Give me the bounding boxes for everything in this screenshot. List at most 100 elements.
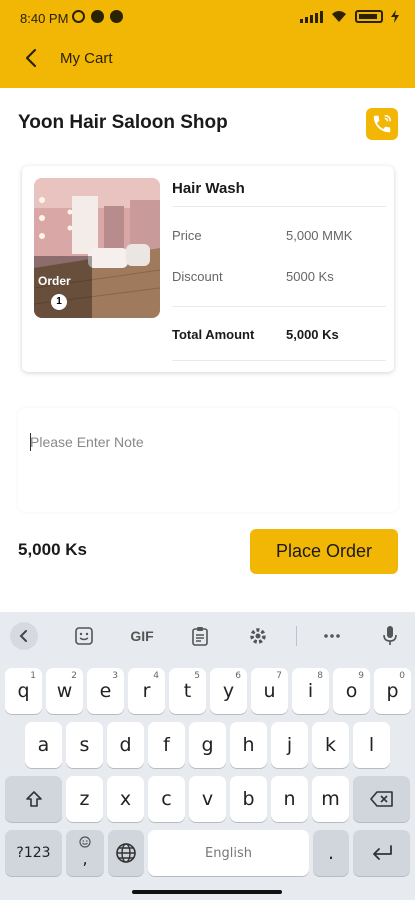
key-hint: 4 xyxy=(153,671,159,681)
key-label: w xyxy=(56,680,73,702)
key-label: f xyxy=(163,734,170,756)
key[interactable]: d xyxy=(107,722,144,768)
clipboard-icon xyxy=(192,627,208,646)
key-label: s xyxy=(79,734,90,756)
key[interactable]: i8 xyxy=(292,668,329,714)
key-label: i xyxy=(307,680,314,702)
price-label: Price xyxy=(172,228,202,243)
key[interactable]: k xyxy=(312,722,349,768)
gesture-navigation-bar[interactable] xyxy=(132,890,282,894)
key-hint: 0 xyxy=(399,671,405,681)
key-label: p xyxy=(386,680,399,702)
key[interactable]: c xyxy=(148,776,185,822)
notification-icons xyxy=(72,10,123,23)
key-label: y xyxy=(222,680,235,702)
status-time: 8:40 PM xyxy=(20,11,69,26)
order-item-card: Order 1 Hair Wash Price 5,000 MMK Discou… xyxy=(22,166,394,372)
enter-key[interactable] xyxy=(353,830,410,876)
key[interactable]: s xyxy=(66,722,103,768)
key-hint: 6 xyxy=(235,671,241,681)
gif-button[interactable]: GIF xyxy=(126,624,158,648)
key[interactable]: g xyxy=(189,722,226,768)
key[interactable]: n xyxy=(271,776,308,822)
key[interactable]: z xyxy=(66,776,103,822)
key-label: l xyxy=(368,734,375,756)
key[interactable]: u7 xyxy=(251,668,288,714)
key[interactable]: v xyxy=(189,776,226,822)
discount-label: Discount xyxy=(172,269,223,284)
key[interactable]: j xyxy=(271,722,308,768)
service-name: Hair Wash xyxy=(172,180,245,197)
more-button[interactable] xyxy=(318,624,346,648)
key[interactable]: m xyxy=(312,776,349,822)
period-key[interactable]: . xyxy=(313,830,349,876)
discount-value: 5000 Ks xyxy=(286,269,334,284)
symbols-key[interactable]: ?123 xyxy=(5,830,62,876)
key-hint: 3 xyxy=(112,671,118,681)
key[interactable]: e3 xyxy=(87,668,124,714)
key[interactable]: h xyxy=(230,722,267,768)
keyboard: GIF q1w2e3r4t5y6u7i8o9p0 asdfghjkl zxcvb… xyxy=(0,612,415,900)
key-hint: 2 xyxy=(71,671,77,681)
key[interactable]: t5 xyxy=(169,668,206,714)
place-order-button[interactable]: Place Order xyxy=(250,529,398,574)
key-label: d xyxy=(119,734,132,756)
collapse-toolbar-button[interactable] xyxy=(10,622,38,650)
key-label: z xyxy=(79,788,90,810)
status-bar: 8:40 PM xyxy=(0,0,415,36)
charging-icon xyxy=(391,10,399,23)
settings-button[interactable] xyxy=(246,624,270,648)
key[interactable]: a xyxy=(25,722,62,768)
service-image: Order 1 xyxy=(34,178,160,318)
divider xyxy=(172,206,386,207)
key[interactable]: f xyxy=(148,722,185,768)
key-label: g xyxy=(201,734,214,756)
key-label: k xyxy=(324,734,336,756)
key-hint: 9 xyxy=(358,671,364,681)
key-label: c xyxy=(161,788,172,810)
shift-icon xyxy=(25,791,42,807)
language-key[interactable] xyxy=(108,830,144,876)
key[interactable]: l xyxy=(353,722,390,768)
key[interactable]: w2 xyxy=(46,668,83,714)
key[interactable]: r4 xyxy=(128,668,165,714)
toolbar-divider xyxy=(296,626,297,646)
key[interactable]: y6 xyxy=(210,668,247,714)
backspace-key[interactable] xyxy=(353,776,410,822)
note-input[interactable] xyxy=(18,408,398,512)
keyboard-toolbar: GIF xyxy=(0,612,415,660)
notification-icon xyxy=(110,10,123,23)
battery-icon xyxy=(355,10,383,23)
key[interactable]: x xyxy=(107,776,144,822)
voice-input-button[interactable] xyxy=(378,624,402,648)
key-label: u xyxy=(263,680,276,702)
key-label: t xyxy=(183,680,192,702)
cart-total: 5,000 Ks xyxy=(18,540,87,559)
comma-label: , xyxy=(82,849,88,868)
call-button[interactable] xyxy=(366,108,398,140)
chevron-left-icon xyxy=(19,630,27,642)
back-arrow-icon[interactable] xyxy=(20,46,44,70)
key[interactable]: b xyxy=(230,776,267,822)
key[interactable]: p0 xyxy=(374,668,411,714)
sticker-button[interactable] xyxy=(72,624,96,648)
key-label: e xyxy=(99,680,112,702)
key-label: n xyxy=(283,788,296,810)
key-label: q xyxy=(17,680,30,702)
emoji-icon xyxy=(75,627,93,645)
key-hint: 1 xyxy=(30,671,36,681)
total-amount-label: Total Amount xyxy=(172,327,255,342)
order-count-badge: 1 xyxy=(51,294,67,310)
emoji-comma-key[interactable]: , xyxy=(66,830,104,876)
gear-icon xyxy=(250,628,266,644)
space-key[interactable]: English xyxy=(148,830,309,876)
divider xyxy=(172,306,386,307)
page-title: My Cart xyxy=(60,50,113,67)
signal-icon xyxy=(300,10,323,23)
key-label: o xyxy=(345,680,358,702)
shift-key[interactable] xyxy=(5,776,62,822)
globe-icon xyxy=(116,843,136,863)
clipboard-button[interactable] xyxy=(188,624,212,648)
key[interactable]: o9 xyxy=(333,668,370,714)
key[interactable]: q1 xyxy=(5,668,42,714)
